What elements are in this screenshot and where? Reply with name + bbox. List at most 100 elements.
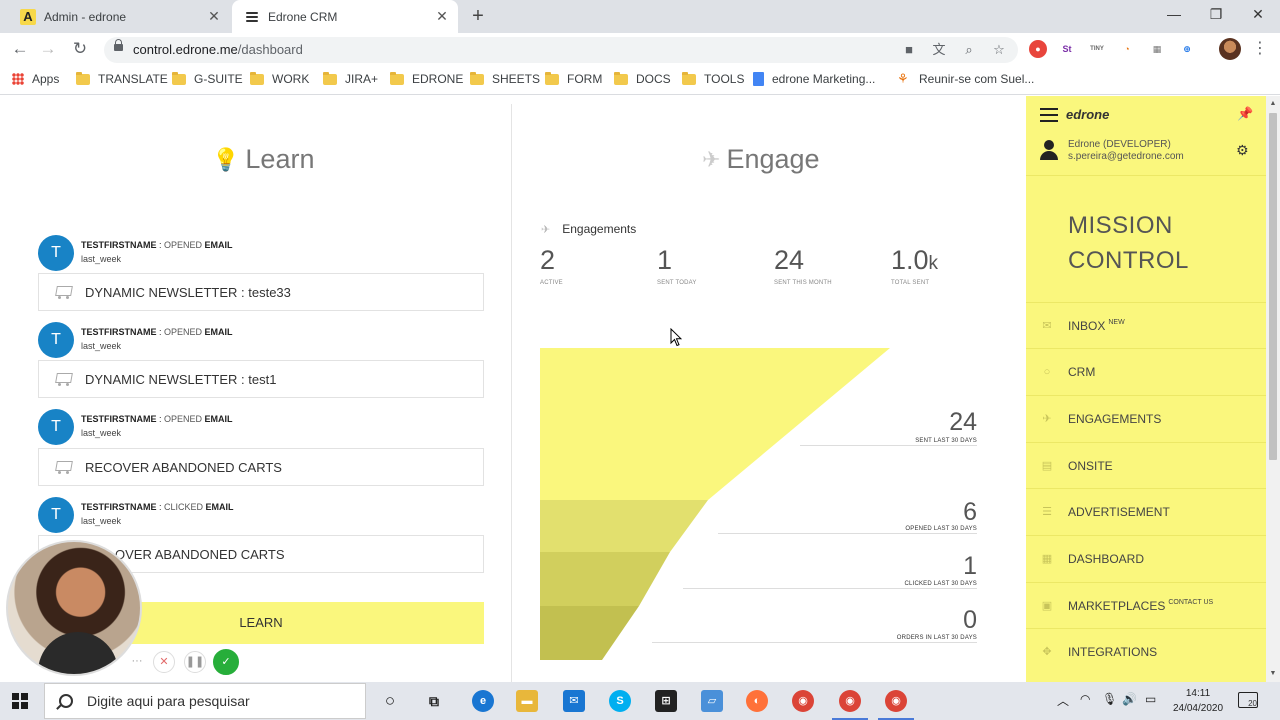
bookmark-work[interactable]: WORK bbox=[250, 71, 309, 86]
back-button[interactable]: ← bbox=[8, 37, 32, 61]
bookmark-edrone[interactable]: EDRONE bbox=[390, 71, 463, 86]
chrome-profile-icon[interactable]: ◉ bbox=[839, 690, 861, 712]
zoom-icon[interactable]: ⌕ bbox=[960, 41, 978, 59]
pin-icon[interactable]: 📌 bbox=[1237, 106, 1253, 122]
bookmark-docs[interactable]: DOCS bbox=[614, 71, 671, 86]
hamburger-menu-icon[interactable] bbox=[1040, 108, 1058, 122]
taskbar-search-input[interactable]: Digite aqui para pesquisar bbox=[44, 683, 366, 719]
store-app-icon[interactable]: ⊞ bbox=[655, 690, 677, 712]
tray-expand-icon[interactable]: ︿ bbox=[1057, 692, 1069, 709]
bookmark-apps[interactable]: Apps bbox=[12, 72, 59, 86]
reload-button[interactable]: ↻ bbox=[68, 37, 92, 61]
scroll-up-icon[interactable]: ▲ bbox=[1268, 99, 1278, 109]
more-icon[interactable]: ··· bbox=[126, 651, 148, 673]
activity-summary: TESTFIRSTNAME : OPENED EMAIL bbox=[81, 414, 233, 424]
bookmark-jira[interactable]: JIRA+ bbox=[323, 71, 378, 86]
scroll-thumb[interactable] bbox=[1269, 113, 1277, 460]
bookmark-reunir[interactable]: ⚘ Reunir-se com Suel... bbox=[897, 72, 1034, 87]
stat-total-sent: 1.0k TOTAL SENT bbox=[891, 245, 939, 286]
task-view-icon[interactable]: ⧉ bbox=[423, 690, 445, 712]
bookmark-sheets[interactable]: SHEETS bbox=[470, 71, 540, 86]
admin-favicon-icon: A bbox=[20, 8, 36, 25]
tab-edrone-crm[interactable]: Edrone CRM ✕ bbox=[232, 0, 458, 33]
avatar[interactable]: T bbox=[38, 322, 74, 358]
forward-button[interactable]: → bbox=[36, 37, 60, 61]
extension-tinymce-icon[interactable]: TINY bbox=[1088, 40, 1106, 58]
scroll-down-icon[interactable]: ▼ bbox=[1268, 669, 1278, 679]
bookmark-translate[interactable]: TRANSLATE bbox=[76, 71, 168, 86]
sidebar-item-crm[interactable]: ○ CRM bbox=[1026, 348, 1266, 394]
tab-admin-edrone[interactable]: A Admin - edrone ✕ bbox=[8, 0, 230, 33]
webcam-overlay[interactable] bbox=[6, 540, 142, 676]
pause-recording-icon[interactable]: ❚❚ bbox=[184, 651, 206, 673]
dashboard-page: 💡 Learn T TESTFIRSTNAME : OPENED EMAIL l… bbox=[0, 96, 1280, 682]
close-tab-icon[interactable]: ✕ bbox=[204, 8, 224, 25]
chrome-profile-2-icon[interactable]: ◉ bbox=[885, 690, 907, 712]
new-tab-button[interactable]: + bbox=[466, 4, 490, 28]
avatar[interactable]: T bbox=[38, 497, 74, 533]
sidebar-item-marketplaces[interactable]: ▣ MARKETPLACES CONTACT US bbox=[1026, 582, 1266, 628]
chrome-icon[interactable]: ◉ bbox=[792, 690, 814, 712]
folder-icon bbox=[76, 71, 90, 85]
activity-detail[interactable]: RECOVER ABANDONED CARTS bbox=[38, 448, 484, 486]
file-explorer-icon[interactable]: ▬ bbox=[516, 690, 538, 712]
notifications-icon[interactable]: 20 bbox=[1238, 692, 1258, 708]
cortana-icon[interactable]: ○ bbox=[379, 690, 401, 712]
minimize-button[interactable]: — bbox=[1152, 0, 1196, 30]
star-icon[interactable]: ☆ bbox=[990, 41, 1008, 59]
activity-item: T TESTFIRSTNAME : CLICKED EMAIL last_wee… bbox=[38, 497, 484, 537]
profile-avatar[interactable] bbox=[1219, 38, 1241, 60]
skype-icon[interactable]: S bbox=[609, 690, 631, 712]
user-info[interactable]: Edrone (DEVELOPER) s.pereira@getedrone.c… bbox=[1068, 139, 1184, 163]
funnel-line bbox=[683, 588, 977, 589]
close-window-button[interactable]: ✕ bbox=[1236, 0, 1280, 30]
cancel-recording-icon[interactable]: ✕ bbox=[153, 651, 175, 673]
stat-sent-this-month: 24 SENT THIS MONTH bbox=[774, 245, 832, 286]
address-bar[interactable]: control.edrone.me/dashboard ■ 文 ⌕ ☆ bbox=[104, 37, 1018, 63]
microphone-icon[interactable]: 🎙 bbox=[1102, 692, 1117, 706]
system-clock[interactable]: 14:11 24/04/2020 bbox=[1170, 686, 1226, 716]
activity-item: T TESTFIRSTNAME : OPENED EMAIL last_week bbox=[38, 235, 484, 275]
network-icon[interactable]: ◠ bbox=[1080, 692, 1090, 706]
bookmark-edrone-marketing[interactable]: edrone Marketing... bbox=[753, 72, 875, 86]
activity-detail[interactable]: DYNAMIC NEWSLETTER : test1 bbox=[38, 360, 484, 398]
funnel-sent bbox=[540, 348, 890, 500]
translate-icon[interactable]: 文 bbox=[930, 41, 948, 59]
battery-icon[interactable]: ▭ bbox=[1145, 692, 1156, 706]
finish-recording-icon[interactable]: ✓ bbox=[213, 649, 239, 675]
engagements-subtitle: ✈ Engagements bbox=[541, 222, 637, 236]
start-windows-icon[interactable] bbox=[12, 693, 28, 709]
cart-icon bbox=[53, 285, 75, 299]
gear-icon[interactable]: ⚙ bbox=[1236, 142, 1249, 159]
app-generic-icon[interactable]: ▱ bbox=[701, 690, 723, 712]
avatar[interactable]: T bbox=[38, 409, 74, 445]
activity-time: last_week bbox=[81, 341, 122, 351]
avatar[interactable]: T bbox=[38, 235, 74, 271]
sidebar-item-onsite[interactable]: ▤ ONSITE bbox=[1026, 442, 1266, 488]
activity-detail[interactable]: DYNAMIC NEWSLETTER : teste33 bbox=[38, 273, 484, 311]
extension-4-icon[interactable]: ◔ bbox=[1118, 40, 1136, 58]
bookmark-form[interactable]: FORM bbox=[545, 71, 602, 86]
activity-time: last_week bbox=[81, 516, 122, 526]
bookmark-tools[interactable]: TOOLS bbox=[682, 71, 744, 86]
sidebar-item-inbox[interactable]: ✉ INBOX NEW bbox=[1026, 302, 1266, 348]
sidebar-item-integrations[interactable]: ✥ INTEGRATIONS bbox=[1026, 628, 1266, 674]
extension-6-icon[interactable]: ⊕ bbox=[1178, 40, 1196, 58]
extension-1-icon[interactable]: ● bbox=[1029, 40, 1047, 58]
page-scrollbar[interactable]: ▲ ▼ bbox=[1266, 96, 1280, 682]
extension-2-icon[interactable]: St bbox=[1058, 40, 1076, 58]
camera-icon[interactable]: ■ bbox=[900, 41, 918, 59]
menu-kebab-icon[interactable]: ⋮ bbox=[1252, 38, 1268, 60]
bookmark-gsuite[interactable]: G-SUITE bbox=[172, 71, 243, 86]
firefox-icon[interactable]: ◐ bbox=[746, 690, 768, 712]
mail-icon[interactable]: ✉ bbox=[563, 690, 585, 712]
edge-icon[interactable]: e bbox=[472, 690, 494, 712]
folder-icon bbox=[390, 71, 404, 85]
maximize-button[interactable]: ❐ bbox=[1194, 0, 1238, 30]
sidebar-item-dashboard[interactable]: ▦ DASHBOARD bbox=[1026, 535, 1266, 581]
extension-5-icon[interactable]: ▦ bbox=[1148, 40, 1166, 58]
close-tab-icon[interactable]: ✕ bbox=[432, 8, 452, 25]
sidebar-item-advertisement[interactable]: ☰ ADVERTISEMENT bbox=[1026, 488, 1266, 534]
volume-icon[interactable]: 🔊 bbox=[1122, 692, 1137, 706]
sidebar-item-engagements[interactable]: ✈ ENGAGEMENTS bbox=[1026, 395, 1266, 441]
